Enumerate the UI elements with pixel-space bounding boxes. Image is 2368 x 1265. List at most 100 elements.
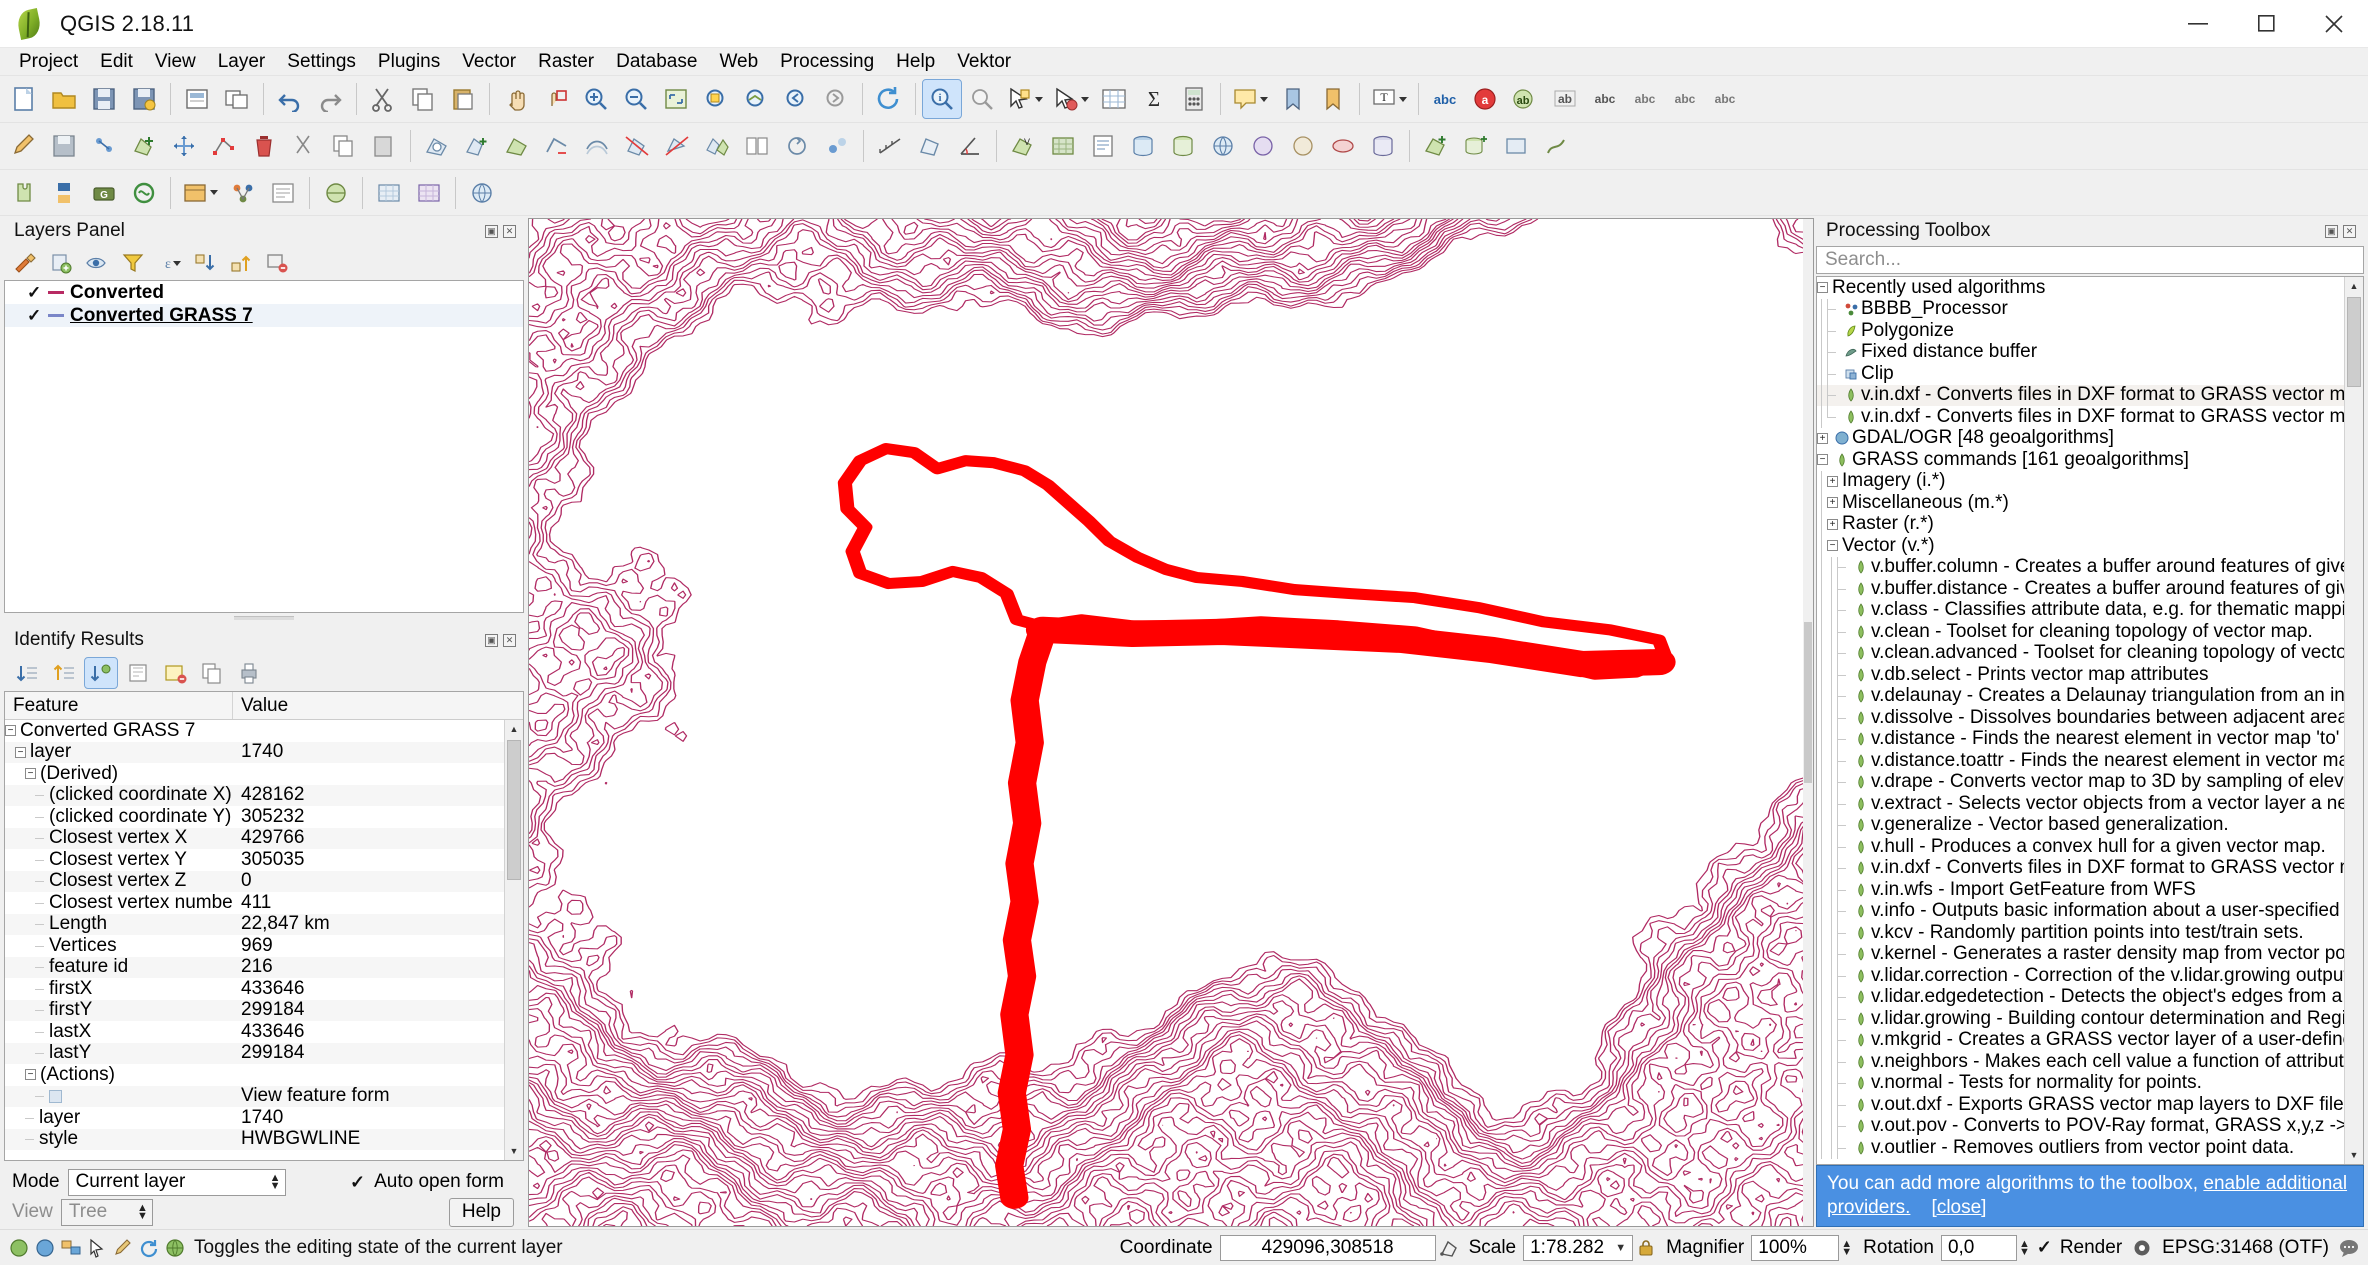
- identify-row[interactable]: Closest vertex X 429766: [5, 827, 523, 849]
- cut-feature-icon[interactable]: [285, 127, 323, 165]
- processing-toolbox-toggle-icon[interactable]: [178, 174, 222, 212]
- magnifier-stepper[interactable]: ▲ ▼: [1839, 1238, 1856, 1257]
- processing-tree-item[interactable]: v.info - Outputs basic information about…: [1817, 900, 2344, 923]
- collapse-toggle-icon[interactable]: −: [1817, 282, 1828, 294]
- globe-status-icon[interactable]: [162, 1238, 188, 1258]
- identify-close-button[interactable]: ✕: [503, 633, 516, 647]
- scroll-down-arrow[interactable]: ▼: [2345, 1146, 2363, 1164]
- zoom-full-icon[interactable]: [657, 80, 695, 118]
- expand-tree-icon[interactable]: [11, 658, 43, 688]
- identify-features-icon[interactable]: i: [922, 79, 962, 119]
- new-project-icon[interactable]: [5, 80, 43, 118]
- edit-pen-icon[interactable]: [110, 1238, 136, 1258]
- rotation-field[interactable]: 0,0: [1940, 1234, 2017, 1261]
- add-wcs-layer-icon[interactable]: [1244, 127, 1282, 165]
- crs-globe-icon[interactable]: [2129, 1238, 2155, 1258]
- collapse-tree-icon[interactable]: [48, 658, 80, 688]
- processing-tree-item[interactable]: v.extract - Selects vector objects from …: [1817, 793, 2344, 815]
- menu-edit[interactable]: Edit: [89, 49, 144, 75]
- processing-tree-item[interactable]: v.out.pov - Converts to POV-Ray format, …: [1817, 1115, 2344, 1138]
- processing-tree-item[interactable]: − Vector (v.*): [1817, 535, 2344, 557]
- show-map-tips-icon[interactable]: [1228, 80, 1272, 118]
- processing-tree-item[interactable]: v.in.dxf - Converts files in DXF format …: [1817, 384, 2344, 406]
- scroll-down-arrow[interactable]: ▼: [505, 1142, 523, 1160]
- zoom-next-icon[interactable]: [817, 80, 855, 118]
- processing-tree-item[interactable]: v.normal - Tests for normality for point…: [1817, 1072, 2344, 1095]
- canvas-vertical-scrollbar[interactable]: [1803, 219, 1813, 1226]
- identify-row[interactable]: − (Actions): [5, 1064, 523, 1086]
- processing-tree-item[interactable]: Polygonize: [1817, 320, 2344, 342]
- processing-tree-item[interactable]: v.drape - Converts vector map to 3D by s…: [1817, 771, 2344, 794]
- add-group-icon[interactable]: [45, 248, 77, 278]
- new-gpx-layer-icon[interactable]: [1537, 127, 1575, 165]
- identify-row[interactable]: lastX 433646: [5, 1021, 523, 1043]
- zoom-to-layer-icon[interactable]: [737, 80, 775, 118]
- delete-selected-icon[interactable]: [245, 127, 283, 165]
- collapse-toggle-icon[interactable]: −: [1817, 454, 1828, 466]
- help-button[interactable]: Help: [448, 1197, 514, 1227]
- identify-row[interactable]: style HWBGWLINE: [5, 1128, 523, 1150]
- identify-row[interactable]: Length 22,847 km: [5, 913, 523, 935]
- paste-feature-icon[interactable]: [365, 127, 403, 165]
- processing-tree-item[interactable]: v.buffer.column - Creates a buffer aroun…: [1817, 556, 2344, 579]
- column-header-value[interactable]: Value: [233, 692, 523, 719]
- change-label-icon[interactable]: abc: [1706, 80, 1744, 118]
- open-layer-styling-icon[interactable]: [9, 248, 41, 278]
- scale-combo[interactable]: 1:78.282 ▼: [1523, 1234, 1634, 1261]
- identify-row[interactable]: firstX 433646: [5, 978, 523, 1000]
- processing-tree-item[interactable]: v.lidar.growing - Building contour deter…: [1817, 1008, 2344, 1030]
- scroll-up-arrow[interactable]: ▲: [2345, 277, 2363, 295]
- processing-tree-item[interactable]: v.class - Classifies attribute data, e.g…: [1817, 599, 2344, 622]
- move-feature-icon[interactable]: [165, 127, 203, 165]
- processing-tree-item[interactable]: v.delaunay - Creates a Delaunay triangul…: [1817, 685, 2344, 708]
- digitizing-tools-icon[interactable]: [85, 127, 123, 165]
- merge-attributes-icon[interactable]: [738, 127, 776, 165]
- layer-item-converted[interactable]: ✓ Converted: [5, 281, 523, 304]
- processing-tree-item[interactable]: Clip: [1817, 363, 2344, 385]
- select-features-icon[interactable]: [1003, 80, 1047, 118]
- processing-tree-item[interactable]: v.out.dxf - Exports GRASS vector map lay…: [1817, 1094, 2344, 1116]
- plugin-manager-icon[interactable]: [5, 174, 43, 212]
- split-parts-icon[interactable]: [658, 127, 696, 165]
- paste-features-icon[interactable]: [444, 80, 482, 118]
- processing-algorithms-tree[interactable]: − Recently used algorithms BBBB_Processor P…: [1816, 276, 2364, 1165]
- identify-scrollbar[interactable]: ▲ ▼: [504, 720, 523, 1160]
- processing-tree-item[interactable]: + Raster (r.*): [1817, 513, 2344, 536]
- maximize-button[interactable]: [2232, 0, 2300, 48]
- copy-feature-icon[interactable]: [325, 127, 363, 165]
- add-part-icon[interactable]: [458, 127, 496, 165]
- python-console-icon[interactable]: [45, 174, 83, 212]
- filter-legend-icon[interactable]: [117, 248, 149, 278]
- processing-tree-item[interactable]: − GRASS commands [161 geoalgorithms]: [1817, 449, 2344, 471]
- coordinate-field[interactable]: 429096,308518: [1219, 1234, 1436, 1261]
- processing-tree-item[interactable]: v.lidar.correction - Correction of the v…: [1817, 965, 2344, 987]
- show-bookmarks-icon[interactable]: [1314, 80, 1352, 118]
- processing-tree-item[interactable]: v.hull - Produces a convex hull for a gi…: [1817, 836, 2344, 858]
- processing-tree-item[interactable]: v.clean.advanced - Toolset for cleaning …: [1817, 642, 2344, 665]
- identify-row[interactable]: feature id 216: [5, 956, 523, 978]
- scroll-up-arrow[interactable]: ▲: [505, 720, 523, 738]
- remove-layer-icon[interactable]: [261, 248, 293, 278]
- layers-status-icon[interactable]: [58, 1238, 84, 1258]
- statistical-summary-icon[interactable]: Σ: [1135, 80, 1173, 118]
- collapse-toggle-icon[interactable]: −: [25, 768, 36, 780]
- zoom-out-icon[interactable]: [617, 80, 655, 118]
- identify-row[interactable]: Closest vertex Z 0: [5, 870, 523, 892]
- render-checkbox[interactable]: ✓: [2036, 1237, 2053, 1257]
- add-postgis-layer-icon[interactable]: [1124, 127, 1162, 165]
- processing-tree-item[interactable]: + Miscellaneous (m.*): [1817, 492, 2344, 514]
- collapse-toggle-icon[interactable]: −: [15, 746, 26, 758]
- zoom-last-icon[interactable]: [777, 80, 815, 118]
- identify-row[interactable]: Closest vertex number 411: [5, 892, 523, 914]
- fill-ring-icon[interactable]: [498, 127, 536, 165]
- add-oracle-layer-icon[interactable]: [1324, 127, 1362, 165]
- add-ring-icon[interactable]: [418, 127, 456, 165]
- view-select[interactable]: Tree ▲ ▼: [60, 1198, 153, 1226]
- grass-region-icon[interactable]: [125, 174, 163, 212]
- menu-plugins[interactable]: Plugins: [367, 49, 451, 75]
- text-annotation-icon[interactable]: T: [1367, 80, 1411, 118]
- menu-help[interactable]: Help: [885, 49, 946, 75]
- raster-calculator-icon[interactable]: [410, 174, 448, 212]
- open-attribute-table-icon[interactable]: [1095, 80, 1133, 118]
- new-shapefile-layer-icon[interactable]: [1417, 127, 1455, 165]
